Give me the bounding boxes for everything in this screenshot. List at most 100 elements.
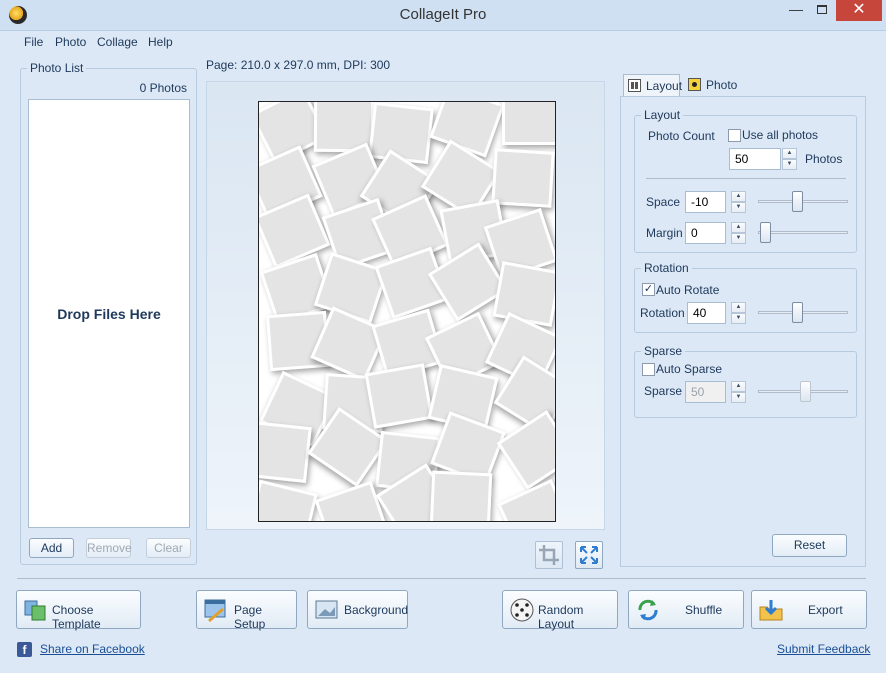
menu-help[interactable]: Help [148,35,173,49]
space-spinner[interactable]: ▲ ▼ [731,191,746,213]
page-info: Page: 210.0 x 297.0 mm, DPI: 300 [206,58,391,72]
tab-photo-label: Photo [706,78,738,92]
photo-count-field-label: Photo Count [648,129,715,143]
background-label: Background [344,603,409,617]
layout-group-title: Layout [641,108,684,122]
photo-list-title: Photo List [27,61,87,75]
spin-down-icon[interactable]: ▼ [731,202,746,213]
slider-thumb[interactable] [792,191,803,212]
share-facebook-link[interactable]: Share on Facebook [40,642,145,656]
margin-slider[interactable] [758,222,848,244]
collage-photo-placeholder [314,481,390,521]
space-label: Space [646,195,681,209]
submit-feedback-link[interactable]: Submit Feedback [777,642,870,656]
close-button[interactable]: ✕ [836,0,882,21]
facebook-icon[interactable]: f [17,642,32,657]
spin-up-icon[interactable]: ▲ [731,302,746,313]
spin-down-icon[interactable]: ▼ [731,233,746,244]
margin-label: Margin [646,226,683,240]
photo-count-input[interactable] [729,148,781,170]
rotation-slider[interactable] [758,302,848,324]
collage-preview[interactable] [258,101,556,522]
collage-photo-placeholder [502,102,555,145]
slider-track [758,231,848,234]
use-all-photos-label: Use all photos [742,128,819,142]
sparse-group-title: Sparse [641,344,686,358]
title-bar: CollageIt Pro — ✕ [0,0,886,31]
spin-up-icon[interactable]: ▲ [782,148,797,159]
photos-unit-label: Photos [805,152,843,166]
window-title: CollageIt Pro [399,6,487,23]
auto-rotate-checkbox[interactable]: ✓ [642,283,655,296]
background-icon [315,600,338,619]
rotation-spinner[interactable]: ▲ ▼ [731,302,746,324]
spin-down-icon[interactable]: ▼ [782,159,797,170]
menu-bar: File Photo Collage Help [0,31,886,53]
sparse-label: Sparse [644,384,683,398]
crop-button[interactable] [535,541,563,569]
toolbar-divider [17,578,866,579]
close-icon: ✕ [852,1,866,18]
clear-photos-button[interactable]: Clear [146,538,191,558]
auto-sparse-checkbox[interactable] [642,363,655,376]
page-setup-button[interactable]: Page Setup [196,590,297,631]
slider-thumb[interactable] [800,381,811,402]
photo-drop-area[interactable]: Drop Files Here [28,99,190,528]
dice-icon [510,598,534,622]
auto-sparse-label: Auto Sparse [656,362,723,376]
collage-photo-placeholder [429,471,492,521]
background-button[interactable]: Background [307,590,408,629]
spin-up-icon[interactable]: ▲ [731,191,746,202]
spin-up-icon[interactable]: ▲ [731,222,746,233]
menu-photo[interactable]: Photo [55,35,86,49]
slider-track [758,311,848,314]
spin-up-icon[interactable]: ▲ [731,381,746,392]
sparse-spinner[interactable]: ▲ ▼ [731,381,746,403]
tab-layout[interactable]: Layout [623,74,683,97]
auto-rotate-label: Auto Rotate [656,283,720,297]
rotation-input[interactable] [687,302,726,324]
collage-photo-placeholder [367,102,434,164]
sparse-slider[interactable] [758,381,848,403]
spin-down-icon[interactable]: ▼ [731,392,746,403]
photo-count-label: 0 Photos [139,81,187,95]
add-photo-button[interactable]: Add [29,538,74,558]
sparse-input[interactable] [685,381,726,403]
layout-divider [646,178,846,179]
slider-thumb[interactable] [792,302,803,323]
margin-spinner[interactable]: ▲ ▼ [731,222,746,244]
maximize-button[interactable] [809,0,835,21]
photo-list-group: Photo List 0 Photos Drop Files Here Add … [20,61,197,565]
menu-collage[interactable]: Collage [97,35,138,49]
minimize-button[interactable]: — [783,0,809,21]
collage-canvas-area [206,81,605,530]
photo-icon [688,78,701,91]
menu-file[interactable]: File [24,35,43,49]
shuffle-button[interactable]: Shuffle [628,590,744,629]
collage-photo-placeholder [492,260,555,327]
rotation-group-title: Rotation [641,261,692,275]
remove-photo-button[interactable]: Remove [86,538,132,558]
spin-down-icon[interactable]: ▼ [731,313,746,324]
random-layout-button[interactable]: Random Layout [502,590,618,631]
slider-thumb[interactable] [760,222,771,243]
tab-layout-label: Layout [646,79,683,93]
photo-count-spinner[interactable]: ▲ ▼ [782,148,797,170]
use-all-photos-checkbox[interactable] [728,129,741,142]
page-setup-label: Page Setup [234,603,266,631]
collage-photo-placeholder [365,363,434,430]
fit-screen-button[interactable] [575,541,603,569]
margin-input[interactable] [685,222,726,244]
choose-template-button[interactable]: Choose Template [16,590,141,631]
space-input[interactable] [685,191,726,213]
tab-photo[interactable]: Photo [684,74,741,97]
collage-photo-placeholder [491,148,555,209]
space-slider[interactable] [758,191,848,213]
reset-button[interactable]: Reset [772,534,847,557]
export-icon [759,600,783,621]
choose-template-label: Choose Template [52,603,101,631]
crop-icon [539,545,559,565]
slider-track [758,200,848,203]
collage-photo-placeholder [259,421,312,484]
export-button[interactable]: Export [751,590,867,629]
